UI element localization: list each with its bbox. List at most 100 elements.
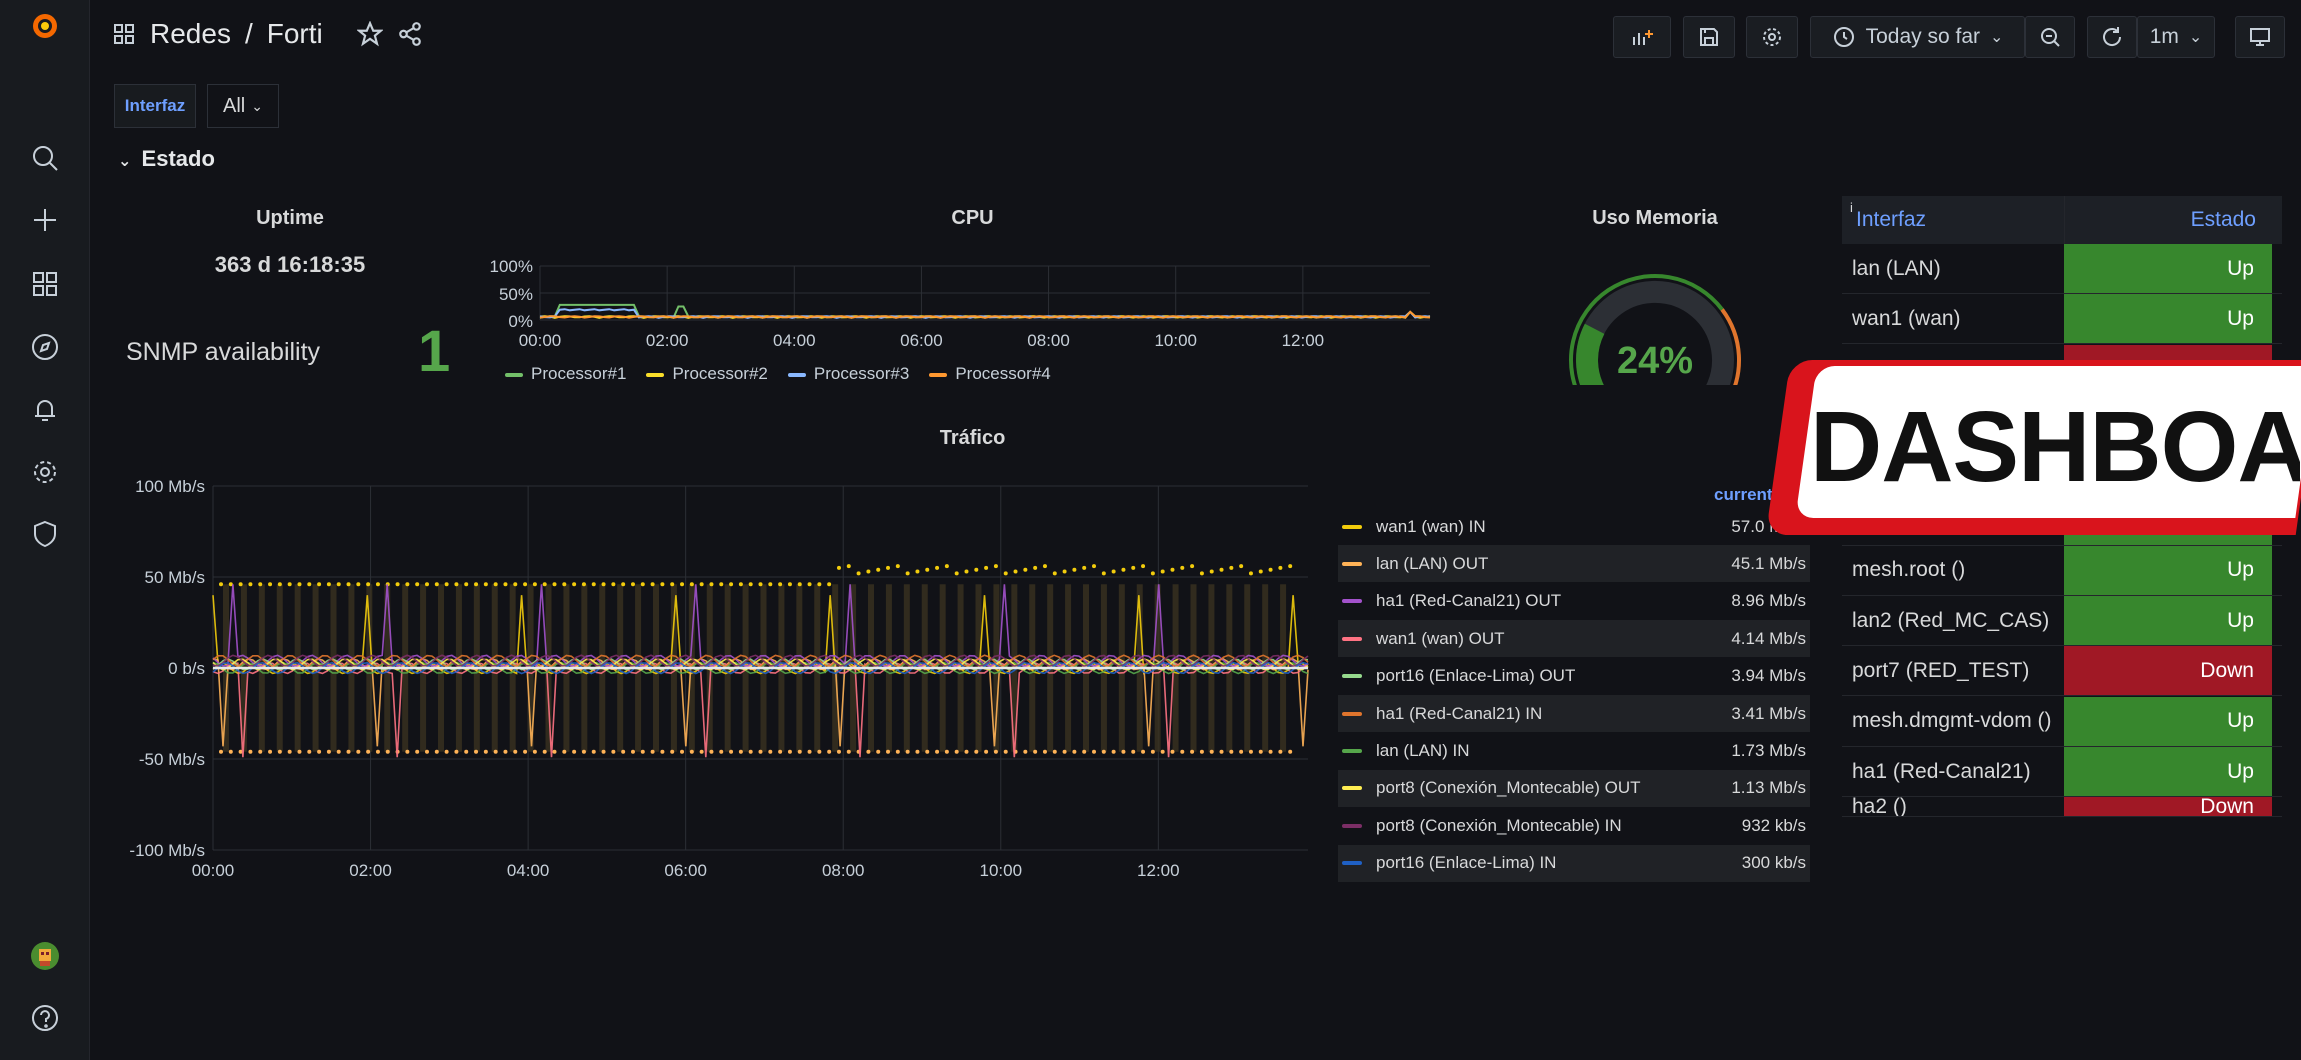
traffic-y-tick: -100 Mb/s: [129, 841, 205, 860]
traffic-point: [1209, 569, 1214, 574]
info-icon[interactable]: i: [1850, 200, 1853, 215]
traffic-legend-item[interactable]: port8 (Conexión_Montecable) OUT 1.13 Mb/s: [1338, 769, 1810, 807]
star-icon[interactable]: [356, 21, 383, 47]
table-row[interactable]: wan1 (wan) Up: [1842, 294, 2282, 345]
table-row[interactable]: lan2 (Red_MC_CAS) Up: [1842, 596, 2282, 647]
help-icon[interactable]: [27, 1000, 63, 1036]
table-row[interactable]: port7 (RED_TEST) Down: [1842, 646, 2282, 697]
traffic-point: [964, 569, 969, 574]
traffic-point: [277, 749, 282, 754]
column-header-interfaz[interactable]: i Interfaz: [1842, 196, 2064, 244]
uptime-panel-title: Uptime: [256, 207, 324, 229]
legend-swatch: [1342, 861, 1362, 866]
legend-current-value: 8.96 Mb/s: [1731, 591, 1806, 611]
traffic-point: [513, 749, 518, 754]
column-header-estado[interactable]: Estado: [2064, 196, 2272, 244]
traffic-point: [591, 749, 596, 754]
traffic-legend-item[interactable]: port16 (Enlace-Lima) OUT 3.94 Mb/s: [1338, 658, 1810, 695]
interface-state: Up: [2064, 596, 2272, 646]
explore-compass-icon[interactable]: [27, 329, 63, 365]
traffic-point: [1141, 564, 1146, 569]
create-plus-icon[interactable]: [27, 202, 63, 238]
cycle-view-mode-button[interactable]: [2235, 16, 2285, 58]
traffic-point: [680, 582, 685, 587]
breadcrumb-folder[interactable]: Redes: [150, 18, 231, 50]
save-icon: [1700, 28, 1718, 46]
table-row[interactable]: lan (LAN) Up: [1842, 244, 2282, 294]
traffic-legend-item[interactable]: wan1 (wan) IN 57.0 Mb/s: [1338, 508, 1810, 545]
traffic-legend-item[interactable]: lan (LAN) OUT 45.1 Mb/s: [1338, 545, 1810, 583]
legend-swatch: [1342, 823, 1362, 828]
traffic-legend-item[interactable]: ha1 (Red-Canal21) OUT 8.96 Mb/s: [1338, 583, 1810, 620]
dashboards-grid-icon[interactable]: [27, 266, 63, 302]
alerting-bell-icon[interactable]: [27, 392, 63, 428]
table-row[interactable]: ha1 (Red-Canal21) Up: [1842, 747, 2282, 797]
time-picker-button[interactable]: Today so far ⌄: [1810, 16, 2025, 58]
traffic-y-tick: 50 Mb/s: [145, 568, 205, 587]
table-row[interactable]: mesh.dmgmt-vdom () Up: [1842, 696, 2282, 747]
interface-name: wan1 (wan): [1852, 306, 1961, 330]
traffic-point: [1190, 564, 1195, 569]
traffic-point: [297, 749, 302, 754]
traffic-legend-item[interactable]: lan (LAN) IN 1.73 Mb/s: [1338, 732, 1810, 769]
traffic-point: [248, 582, 253, 587]
refresh-button[interactable]: [2087, 16, 2137, 58]
search-icon[interactable]: [27, 140, 63, 176]
cpu-legend-item[interactable]: Processor#3: [787, 364, 909, 384]
add-panel-button[interactable]: [1613, 16, 1671, 58]
traffic-point: [493, 749, 498, 754]
cpu-legend-item[interactable]: Processor#1: [505, 364, 626, 384]
interfaces-table-header: i Interfaz Estado: [1842, 196, 2282, 244]
traffic-point: [444, 582, 449, 587]
traffic-point: [1239, 749, 1244, 754]
dashboard-name[interactable]: Forti: [267, 18, 323, 50]
memory-panel-title: Uso Memoria: [1592, 207, 1718, 229]
traffic-legend-header[interactable]: current: [1714, 485, 1773, 505]
legend-swatch: [1342, 599, 1362, 604]
traffic-point: [817, 749, 822, 754]
server-admin-shield-icon[interactable]: [27, 516, 63, 552]
refresh-interval-picker[interactable]: 1m ⌄: [2137, 16, 2215, 58]
legend-current-value: 4.14 Mb/s: [1731, 628, 1806, 648]
traffic-legend-item[interactable]: port16 (Enlace-Lima) IN 300 kb/s: [1338, 844, 1810, 882]
traffic-point: [434, 749, 439, 754]
cpu-legend-item[interactable]: Processor#4: [929, 364, 1051, 384]
traffic-point: [375, 749, 380, 754]
traffic-point: [366, 749, 371, 754]
share-icon[interactable]: [397, 21, 423, 47]
traffic-point: [876, 749, 881, 754]
user-avatar[interactable]: [27, 938, 63, 974]
row-header-estado[interactable]: ⌄ Estado: [118, 146, 215, 172]
table-row[interactable]: mesh.root () Up: [1842, 545, 2282, 596]
traffic-point: [444, 749, 449, 754]
traffic-x-tick: 08:00: [822, 861, 865, 880]
configuration-gear-icon[interactable]: [27, 454, 63, 490]
traffic-legend-item[interactable]: ha1 (Red-Canal21) IN 3.41 Mb/s: [1338, 695, 1810, 732]
traffic-point: [886, 749, 891, 754]
grafana-logo-icon[interactable]: [27, 8, 63, 44]
traffic-point: [591, 582, 596, 587]
traffic-point: [974, 749, 979, 754]
table-row[interactable]: ha2 () Down: [1842, 797, 2282, 818]
traffic-point: [925, 567, 930, 572]
traffic-legend-item[interactable]: wan1 (wan) OUT 4.14 Mb/s: [1338, 620, 1810, 658]
traffic-point: [1062, 749, 1067, 754]
traffic-legend-item[interactable]: port8 (Conexión_Montecable) IN 932 kb/s: [1338, 807, 1810, 844]
traffic-point: [1092, 564, 1097, 569]
cpu-x-tick: 02:00: [646, 331, 689, 350]
legend-series-name: ha1 (Red-Canal21) IN: [1376, 703, 1543, 723]
traffic-point: [1170, 749, 1175, 754]
legend-swatch: [1342, 786, 1362, 791]
traffic-point: [797, 749, 802, 754]
clock-icon: [1833, 27, 1854, 47]
save-dashboard-button[interactable]: [1683, 16, 1735, 58]
variable-select-interfaz[interactable]: All ⌄: [207, 84, 279, 128]
traffic-point: [778, 749, 783, 754]
cpu-legend-item[interactable]: Processor#2: [646, 364, 768, 384]
dashboard-settings-button[interactable]: [1746, 16, 1798, 58]
traffic-point: [513, 582, 518, 587]
traffic-point: [1278, 749, 1283, 754]
zoom-out-button[interactable]: [2025, 16, 2075, 58]
traffic-point: [611, 749, 616, 754]
traffic-point: [866, 749, 871, 754]
